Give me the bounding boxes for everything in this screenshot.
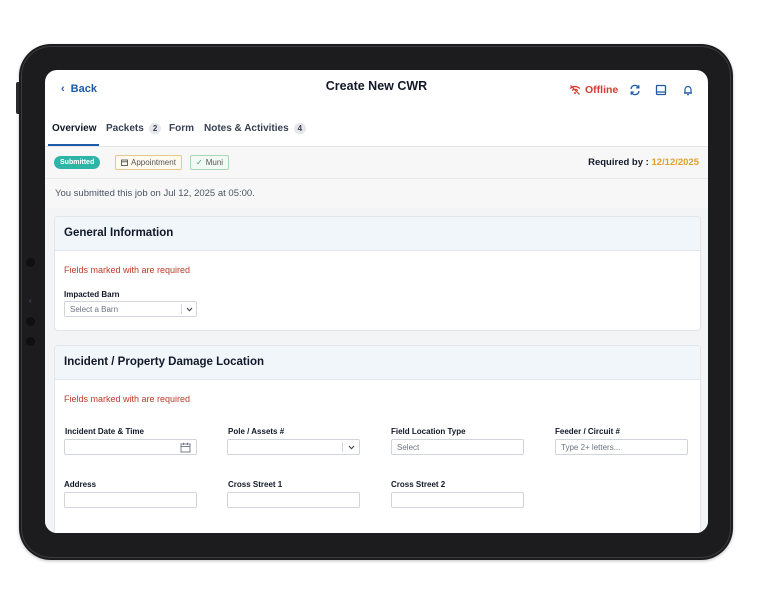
section-header: General Information <box>55 217 700 251</box>
tab-form[interactable]: Form <box>169 123 194 134</box>
tab-label: Packets <box>106 123 144 134</box>
impacted-barn-select[interactable]: Select a Barn <box>64 301 197 317</box>
active-tab-underline <box>48 144 99 146</box>
sensor-dot <box>26 317 35 326</box>
submitted-message-row: You submitted this job on Jul 12, 2025 a… <box>45 179 708 208</box>
cross-street-1-input[interactable] <box>227 492 360 508</box>
section-title: General Information <box>64 227 174 239</box>
impacted-barn-label: Impacted Barn <box>64 290 120 299</box>
form-body: General Information Fields marked with a… <box>45 208 708 533</box>
select-separator <box>342 442 343 452</box>
sensor-dot <box>26 337 35 346</box>
tab-packets[interactable]: Packets 2 <box>106 123 162 134</box>
status-row: Submitted Appointment ✓ Muni Required by… <box>45 147 708 179</box>
incident-date-input[interactable] <box>64 439 197 455</box>
select-separator <box>181 304 182 314</box>
tab-bar: Overview Packets 2 Form Notes & Activiti… <box>45 114 708 147</box>
chip-label: Muni <box>205 158 224 167</box>
field-location-placeholder: Select <box>397 443 420 452</box>
tab-label: Overview <box>52 123 97 134</box>
wifi-off-icon <box>569 85 581 95</box>
calendar-icon <box>121 159 128 166</box>
tab-count-badge: 4 <box>293 123 307 134</box>
app-screen: ‹ Back Create New CWR Offline Overview P… <box>45 70 708 533</box>
submitted-message: You submitted this job on Jul 12, 2025 a… <box>55 188 255 199</box>
feeder-circuit-input[interactable]: Type 2+ letters... <box>555 439 688 455</box>
address-label: Address <box>64 480 97 489</box>
tab-label: Notes & Activities <box>204 123 289 134</box>
calendar-icon[interactable] <box>180 442 191 453</box>
tab-label: Form <box>169 123 194 134</box>
offline-label: Offline <box>585 84 619 96</box>
offline-status[interactable]: Offline <box>569 84 618 96</box>
field-location-type-label: Field Location Type <box>391 427 466 436</box>
section-header: Incident / Property Damage Location <box>55 346 700 380</box>
incident-date-label: Incident Date & Time <box>65 427 144 436</box>
required-by-label: Required by : <box>588 157 649 168</box>
chevron-down-icon <box>186 307 193 312</box>
top-bar: ‹ Back Create New CWR Offline <box>45 70 708 110</box>
pole-assets-select[interactable] <box>227 439 360 455</box>
volume-button <box>16 82 19 114</box>
tablet-icon[interactable] <box>654 83 668 97</box>
pole-assets-label: Pole / Assets # <box>228 427 285 436</box>
required-note: Fields marked with are required <box>64 394 191 404</box>
feeder-circuit-label: Feeder / Circuit # <box>555 427 620 436</box>
bell-icon[interactable] <box>681 83 695 97</box>
general-information-section: General Information Fields marked with a… <box>54 216 701 331</box>
feeder-circuit-placeholder: Type 2+ letters... <box>561 443 621 452</box>
field-location-type-select[interactable]: Select <box>391 439 524 455</box>
appointment-chip: Appointment <box>115 155 182 170</box>
required-by: Required by : 12/12/2025 <box>588 157 699 168</box>
chevron-down-icon <box>348 445 355 450</box>
required-note: Fields marked with are required <box>64 265 191 275</box>
impacted-barn-placeholder: Select a Barn <box>70 305 119 314</box>
check-icon: ✓ <box>196 158 203 167</box>
cross-street-2-label: Cross Street 2 <box>391 480 446 489</box>
section-title: Incident / Property Damage Location <box>64 356 265 368</box>
incident-location-section: Incident / Property Damage Location Fiel… <box>54 345 701 533</box>
camera-dot <box>26 258 35 267</box>
chip-label: Appointment <box>131 158 176 167</box>
address-input[interactable] <box>64 492 197 508</box>
refresh-icon[interactable] <box>628 83 642 97</box>
tab-overview[interactable]: Overview <box>52 123 96 134</box>
required-by-date: 12/12/2025 <box>651 157 699 168</box>
status-badge: Submitted <box>54 156 101 169</box>
cross-street-2-input[interactable] <box>391 492 524 508</box>
muni-chip: ✓ Muni <box>190 155 230 170</box>
tab-count-badge: 2 <box>148 123 162 134</box>
edge-indicator: ‹ <box>29 298 32 305</box>
cross-street-1-label: Cross Street 1 <box>228 480 283 489</box>
tab-notes-activities[interactable]: Notes & Activities 4 <box>204 123 307 134</box>
